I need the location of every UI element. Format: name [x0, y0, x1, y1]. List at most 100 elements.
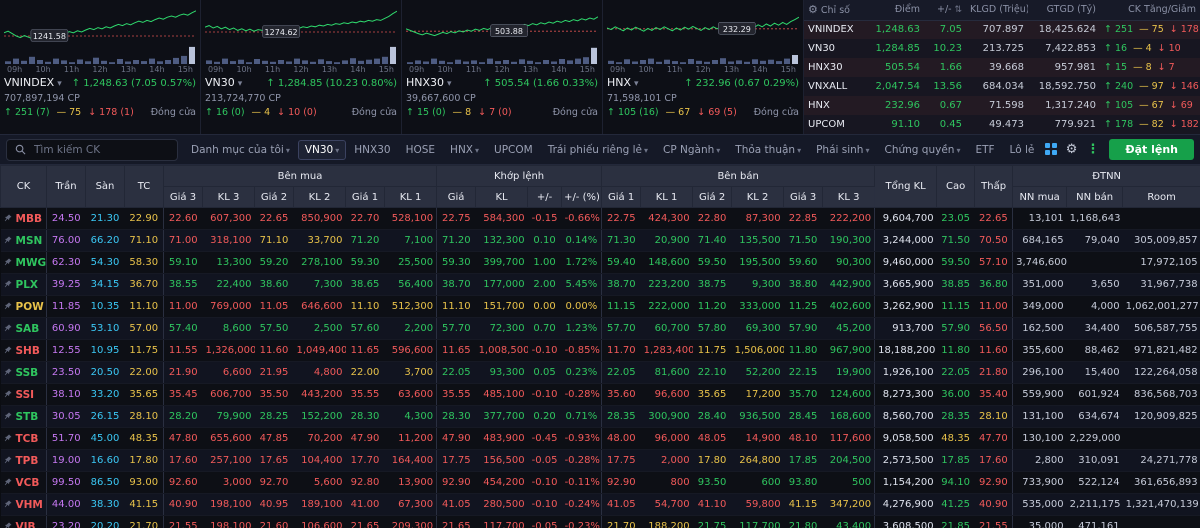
tab-th-a-thu-n[interactable]: Thỏa thuận ▾ — [728, 140, 808, 160]
search-box[interactable] — [6, 138, 178, 161]
price-cell[interactable]: 17.60 — [974, 449, 1013, 472]
pin-icon[interactable] — [4, 279, 12, 291]
pin-icon[interactable] — [4, 477, 12, 489]
ticker-cell[interactable]: POW — [0, 295, 47, 318]
price-cell[interactable]: 22.05 — [436, 361, 476, 384]
price-cell[interactable]: 11.00 — [974, 295, 1013, 318]
ticker-symbol[interactable]: VIB — [4, 521, 44, 528]
price-cell[interactable]: 71.50 — [783, 229, 823, 252]
column-subheader[interactable]: +/- (%) — [561, 186, 603, 208]
pin-icon[interactable] — [4, 257, 12, 269]
index-row[interactable]: VN30 1,284.85 10.23 213.725 7,422.853 ↑ 16 — 4… — [804, 39, 1200, 58]
pin-icon[interactable] — [4, 455, 12, 467]
column-subheader[interactable]: NN bán — [1066, 186, 1124, 208]
price-cell[interactable]: 59.50 — [936, 251, 975, 274]
price-cell[interactable]: 41.25 — [936, 493, 975, 516]
place-order-button[interactable]: Đặt lệnh — [1109, 139, 1194, 160]
price-cell[interactable]: 57.90 — [783, 317, 823, 340]
price-cell[interactable]: 47.80 — [163, 427, 203, 450]
price-cell[interactable]: 22.05 — [936, 361, 975, 384]
price-cell[interactable]: 17.60 — [163, 449, 203, 472]
index-table-header[interactable]: Điểm — [868, 0, 924, 21]
price-cell[interactable]: 11.65 — [436, 339, 476, 362]
column-subheader[interactable]: Giá 3 — [783, 186, 824, 208]
tab-hnx[interactable]: HNX ▾ — [443, 140, 486, 160]
price-cell[interactable]: 21.70 — [601, 515, 641, 528]
price-cell[interactable]: 11.05 — [254, 295, 294, 318]
price-cell[interactable]: 47.70 — [974, 427, 1013, 450]
column-subheader[interactable]: +/- — [527, 186, 563, 208]
price-cell[interactable]: 70.50 — [974, 229, 1013, 252]
price-cell[interactable]: 23.05 — [936, 207, 975, 230]
column-subheader[interactable]: KL 2 — [293, 186, 346, 208]
price-cell[interactable]: 57.90 — [936, 317, 975, 340]
tab-ch-ng-quy-n[interactable]: Chứng quyền ▾ — [877, 140, 967, 160]
price-cell[interactable]: 57.70 — [601, 317, 641, 340]
ticker-cell[interactable]: TPB — [0, 449, 47, 472]
ticker-cell[interactable]: MBB — [0, 207, 47, 230]
price-cell[interactable]: 57.70 — [436, 317, 476, 340]
ticker-symbol[interactable]: TCB — [4, 433, 44, 445]
price-cell[interactable]: 35.45 — [163, 383, 203, 406]
column-subheader[interactable]: Giá 2 — [254, 186, 294, 208]
price-cell[interactable]: 71.20 — [345, 229, 385, 252]
price-cell[interactable]: 28.45 — [783, 405, 823, 428]
ticker-cell[interactable]: PLX — [0, 273, 47, 296]
ticker-cell[interactable]: TCB — [0, 427, 47, 450]
price-cell[interactable]: 11.65 — [345, 339, 385, 362]
price-cell[interactable]: 11.80 — [783, 339, 823, 362]
column-subheader[interactable]: Giá 1 — [345, 186, 385, 208]
price-cell[interactable]: 40.95 — [254, 493, 294, 516]
ticker-symbol[interactable]: POW — [4, 301, 44, 313]
ticker-cell[interactable]: VHM — [0, 493, 47, 516]
price-cell[interactable]: 11.15 — [601, 295, 641, 318]
price-cell[interactable]: 38.70 — [601, 273, 641, 296]
ticker-symbol[interactable]: SAB — [4, 323, 44, 335]
ticker-symbol[interactable]: VHM — [4, 499, 44, 511]
column-subheader[interactable]: Giá 2 — [692, 186, 733, 208]
price-cell[interactable]: 38.70 — [436, 273, 476, 296]
price-cell[interactable]: 92.90 — [974, 471, 1013, 494]
price-cell[interactable]: 40.90 — [974, 493, 1013, 516]
ticker-cell[interactable]: VIB — [0, 515, 47, 528]
pin-icon[interactable] — [4, 213, 12, 225]
tab-upcom[interactable]: UPCOM — [487, 140, 540, 160]
price-cell[interactable]: 11.10 — [345, 295, 385, 318]
ticker-cell[interactable]: SHB — [0, 339, 47, 362]
column-group-header[interactable]: Bên bán — [601, 165, 876, 187]
pin-icon[interactable] — [4, 389, 12, 401]
price-cell[interactable]: 71.40 — [692, 229, 732, 252]
price-cell[interactable]: 28.35 — [936, 405, 975, 428]
price-cell[interactable]: 21.85 — [936, 515, 975, 528]
price-cell[interactable]: 17.80 — [692, 449, 732, 472]
price-cell[interactable]: 35.40 — [974, 383, 1013, 406]
price-cell[interactable]: 93.50 — [692, 471, 732, 494]
column-subheader[interactable]: Giá — [436, 186, 477, 208]
price-cell[interactable]: 36.00 — [936, 383, 975, 406]
price-cell[interactable]: 56.50 — [974, 317, 1013, 340]
column-subheader[interactable]: Giá 3 — [163, 186, 203, 208]
price-cell[interactable]: 41.05 — [601, 493, 641, 516]
column-subheader[interactable]: KL 3 — [822, 186, 876, 208]
price-cell[interactable]: 48.10 — [783, 427, 823, 450]
price-cell[interactable]: 17.85 — [783, 449, 823, 472]
price-cell[interactable]: 57.60 — [345, 317, 385, 340]
price-cell[interactable]: 21.55 — [974, 515, 1013, 528]
ticker-symbol[interactable]: VCB — [4, 477, 44, 489]
price-cell[interactable]: 22.60 — [163, 207, 203, 230]
index-table-header[interactable]: ⚙ Chỉ số — [804, 0, 868, 21]
pin-icon[interactable] — [4, 521, 12, 528]
price-cell[interactable]: 28.35 — [601, 405, 641, 428]
search-input[interactable] — [32, 142, 169, 157]
price-cell[interactable]: 41.10 — [692, 493, 732, 516]
price-cell[interactable]: 38.65 — [345, 273, 385, 296]
price-cell[interactable]: 57.10 — [974, 251, 1013, 274]
price-cell[interactable]: 48.05 — [692, 427, 732, 450]
price-cell[interactable]: 28.25 — [254, 405, 294, 428]
index-row[interactable]: VNINDEX 1,248.63 7.05 707.897 18,425.624 ↑ 25… — [804, 20, 1200, 39]
price-cell[interactable]: 28.40 — [692, 405, 732, 428]
ticker-cell[interactable]: SSI — [0, 383, 47, 406]
price-cell[interactable]: 11.10 — [436, 295, 476, 318]
price-cell[interactable]: 21.80 — [783, 515, 823, 528]
column-group-header[interactable]: Cao — [936, 165, 976, 208]
